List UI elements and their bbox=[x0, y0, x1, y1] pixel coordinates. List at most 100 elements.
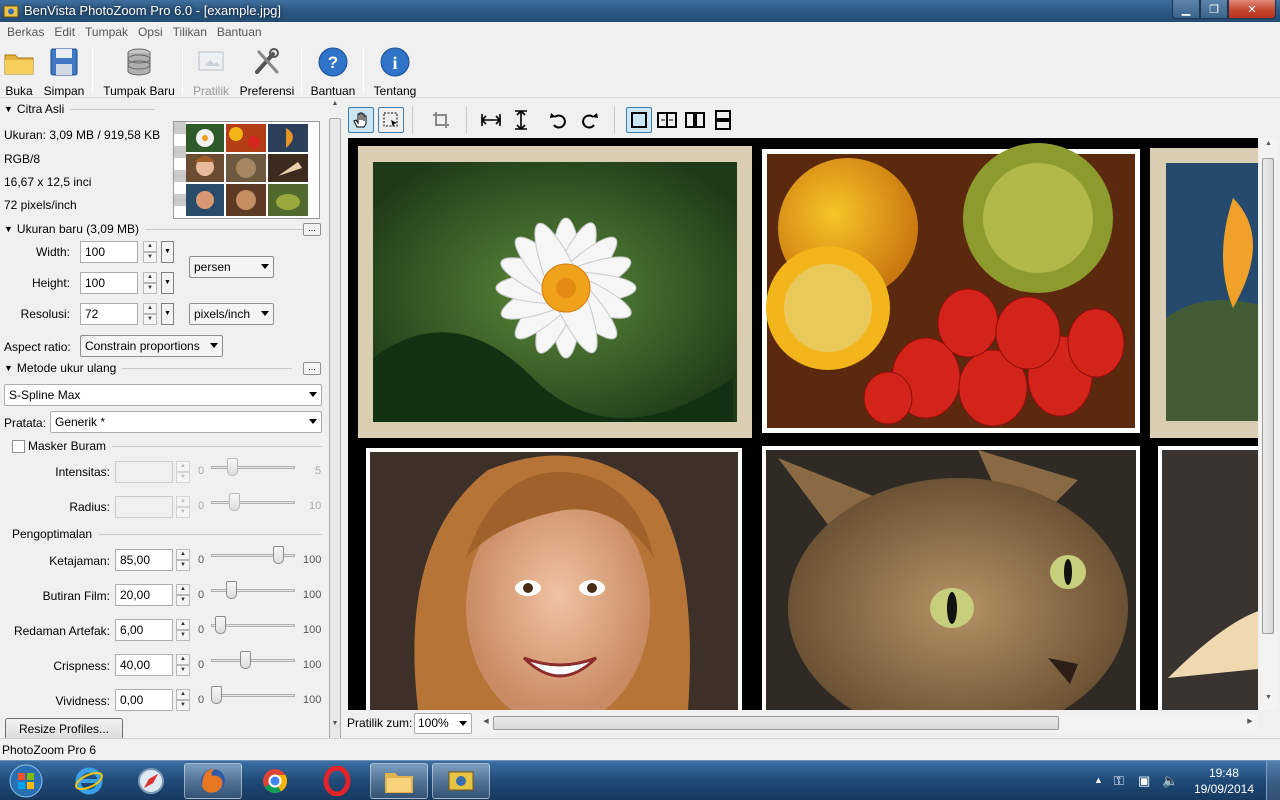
resize-profiles-button[interactable]: Resize Profiles... bbox=[5, 718, 123, 740]
sharpness-slider[interactable] bbox=[211, 546, 295, 566]
crispness-stepper[interactable]: ▲ ▼ bbox=[176, 654, 190, 676]
resize-method-options-button[interactable]: ... bbox=[303, 362, 321, 375]
resolution-unit-select[interactable]: pixels/inch bbox=[189, 303, 274, 325]
width-link-toggle[interactable]: ▼ bbox=[161, 241, 174, 263]
save-button[interactable]: Simpan bbox=[42, 46, 86, 98]
taskbar-photozoom[interactable] bbox=[432, 763, 490, 799]
height-link-toggle[interactable]: ▼ bbox=[161, 272, 174, 294]
menu-tilikan[interactable]: Tilikan bbox=[168, 25, 212, 39]
width-input[interactable]: 100 bbox=[80, 241, 138, 263]
intensity-stepper[interactable]: ▲ ▼ bbox=[176, 461, 190, 483]
maximize-button[interactable]: ❐ bbox=[1200, 0, 1228, 19]
volume-icon[interactable]: 🔈 bbox=[1162, 773, 1178, 789]
height-stepper[interactable]: ▲ ▼ bbox=[143, 272, 157, 294]
resolution-stepper[interactable]: ▲ ▼ bbox=[143, 303, 157, 325]
section-resize-method[interactable]: ▼ Metode ukur ulang bbox=[4, 361, 322, 375]
taskbar-explorer[interactable] bbox=[370, 763, 428, 799]
preset-select[interactable]: Generik * bbox=[50, 411, 322, 433]
image-preview-canvas[interactable] bbox=[348, 138, 1258, 710]
usb-device-icon[interactable]: ⚿ bbox=[1114, 773, 1124, 789]
network-icon[interactable]: ▣ bbox=[1138, 773, 1150, 789]
scroll-right-icon[interactable]: ▶ bbox=[1244, 717, 1256, 725]
taskbar-chrome[interactable] bbox=[246, 763, 304, 799]
about-button[interactable]: i Tentang bbox=[370, 46, 420, 98]
slider-knob[interactable] bbox=[225, 581, 237, 599]
resize-method-select[interactable]: S-Spline Max bbox=[4, 384, 322, 406]
crispness-input[interactable]: 40,00 bbox=[115, 654, 173, 676]
size-unit-select[interactable]: persen bbox=[189, 256, 274, 278]
single-view-button[interactable] bbox=[626, 107, 652, 133]
stacked-view-button[interactable] bbox=[710, 107, 736, 133]
intensity-input[interactable] bbox=[115, 461, 173, 483]
slider-knob[interactable] bbox=[240, 651, 252, 669]
preview-horizontal-scrollbar[interactable]: ◀ ▶ bbox=[480, 715, 1258, 732]
radius-slider[interactable] bbox=[211, 493, 295, 513]
unsharp-mask-checkbox[interactable] bbox=[12, 440, 25, 453]
sharpness-stepper[interactable]: ▲ ▼ bbox=[176, 549, 190, 571]
menu-opsi[interactable]: Opsi bbox=[133, 25, 168, 39]
menu-bantuan[interactable]: Bantuan bbox=[212, 25, 267, 39]
artifact-reduction-input[interactable]: 6,00 bbox=[115, 619, 173, 641]
intensity-slider[interactable] bbox=[211, 458, 295, 478]
taskbar-opera[interactable] bbox=[308, 763, 366, 799]
section-new-size[interactable]: ▼ Ukuran baru (3,09 MB) bbox=[4, 222, 322, 236]
help-button[interactable]: ? Bantuan bbox=[308, 46, 358, 98]
new-batch-button[interactable]: Tumpak Baru bbox=[100, 46, 178, 98]
tray-expand-icon[interactable]: ▲ bbox=[1094, 775, 1103, 785]
slider-knob[interactable] bbox=[211, 686, 222, 704]
close-button[interactable]: ✕ bbox=[1228, 0, 1276, 19]
scroll-up-icon[interactable]: ▲ bbox=[1260, 140, 1277, 154]
preview-vertical-thumb[interactable] bbox=[1262, 158, 1274, 634]
rotate-right-button[interactable] bbox=[576, 107, 602, 133]
open-button[interactable]: Buka bbox=[2, 46, 36, 98]
fit-height-button[interactable] bbox=[508, 107, 534, 133]
hand-tool-button[interactable] bbox=[348, 107, 374, 133]
radius-stepper[interactable]: ▲ ▼ bbox=[176, 496, 190, 518]
show-desktop-button[interactable] bbox=[1266, 761, 1280, 800]
scroll-left-icon[interactable]: ◀ bbox=[480, 717, 492, 725]
resolution-menu-toggle[interactable]: ▼ bbox=[161, 303, 174, 325]
width-stepper[interactable]: ▲ ▼ bbox=[143, 241, 157, 263]
film-grain-slider[interactable] bbox=[211, 581, 295, 601]
settings-scroll-thumb[interactable] bbox=[329, 118, 341, 800]
scroll-up-icon[interactable]: ▲ bbox=[328, 100, 342, 114]
preview-vertical-scrollbar[interactable]: ▲ ▼ bbox=[1260, 138, 1277, 710]
height-input[interactable]: 100 bbox=[80, 272, 138, 294]
crop-select-tool-button[interactable] bbox=[378, 107, 404, 133]
taskbar-firefox[interactable] bbox=[184, 763, 242, 799]
menu-edit[interactable]: Edit bbox=[49, 25, 80, 39]
preferences-button[interactable]: Preferensi bbox=[238, 46, 296, 98]
vividness-slider[interactable] bbox=[211, 686, 295, 706]
sharpness-input[interactable]: 85,00 bbox=[115, 549, 173, 571]
vividness-stepper[interactable]: ▲ ▼ bbox=[176, 689, 190, 711]
original-thumbnail[interactable] bbox=[173, 121, 320, 219]
menu-berkas[interactable]: Berkas bbox=[2, 25, 49, 39]
taskbar-internet-explorer[interactable] bbox=[60, 763, 118, 799]
scroll-down-icon[interactable]: ▼ bbox=[1260, 694, 1277, 708]
slider-knob[interactable] bbox=[273, 546, 285, 564]
artifact-reduction-slider[interactable] bbox=[211, 616, 295, 636]
taskbar-safari[interactable] bbox=[122, 763, 180, 799]
settings-panel-scrollbar[interactable]: ▲ ▼ bbox=[328, 98, 342, 800]
slider-knob[interactable] bbox=[215, 616, 227, 634]
vividness-input[interactable]: 0,00 bbox=[115, 689, 173, 711]
menu-tumpak[interactable]: Tumpak bbox=[80, 25, 133, 39]
scroll-down-icon[interactable]: ▼ bbox=[328, 720, 342, 734]
film-grain-stepper[interactable]: ▲ ▼ bbox=[176, 584, 190, 606]
preview-zoom-select[interactable]: 100% bbox=[414, 713, 472, 734]
new-size-options-button[interactable]: ... bbox=[303, 223, 321, 236]
crispness-slider[interactable] bbox=[211, 651, 295, 671]
split-view-button[interactable] bbox=[654, 107, 680, 133]
preview-horizontal-thumb[interactable] bbox=[493, 716, 1059, 730]
section-original-image[interactable]: ▼ Citra Asli bbox=[4, 102, 322, 116]
crop-button[interactable] bbox=[428, 107, 454, 133]
radius-input[interactable] bbox=[115, 496, 173, 518]
fit-width-button[interactable] bbox=[478, 107, 504, 133]
rotate-left-button[interactable] bbox=[546, 107, 572, 133]
start-button[interactable] bbox=[0, 763, 52, 799]
resolution-input[interactable]: 72 bbox=[80, 303, 138, 325]
preview-button[interactable]: Pratilik bbox=[190, 46, 232, 98]
side-by-side-view-button[interactable] bbox=[682, 107, 708, 133]
minimize-button[interactable]: ▁ bbox=[1172, 0, 1200, 19]
aspect-ratio-select[interactable]: Constrain proportions bbox=[80, 335, 223, 357]
